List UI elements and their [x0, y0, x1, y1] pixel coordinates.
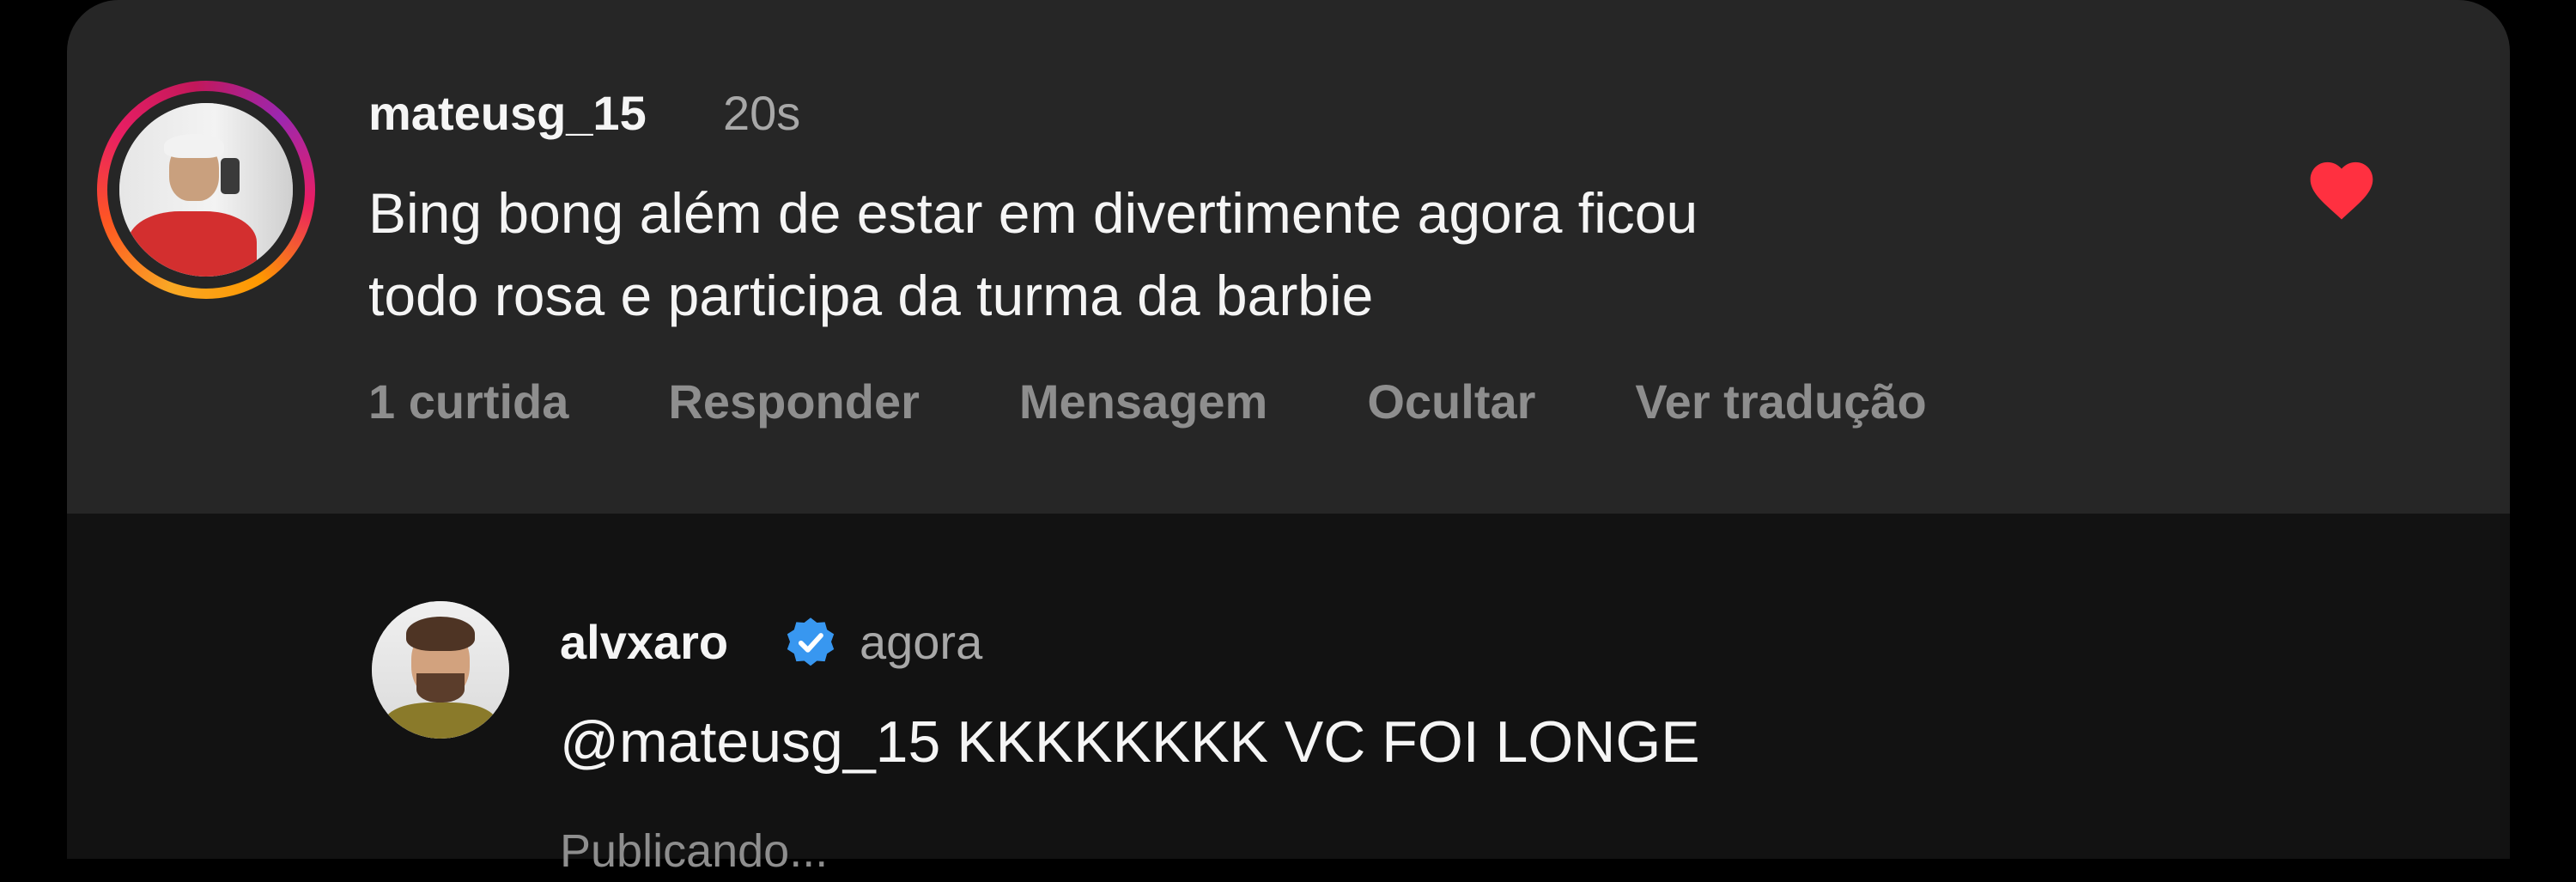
- verified-badge-icon: [787, 617, 835, 666]
- comment-text: Bing bong além de estar em divertimente …: [368, 172, 2172, 337]
- reply-publishing-status: Publicando...: [560, 825, 829, 877]
- reply-button[interactable]: Responder: [668, 371, 920, 433]
- comment-actions: 1 curtida Responder Mensagem Ocultar Ver…: [368, 371, 2026, 433]
- hide-button[interactable]: Ocultar: [1367, 371, 1535, 433]
- reply-username[interactable]: alvxaro: [560, 611, 728, 673]
- comments-screen: mateusg_15 20s Bing bong além de estar e…: [0, 0, 2576, 877]
- verified-badge-shape: [787, 617, 835, 666]
- likes-count-link[interactable]: 1 curtida: [368, 371, 568, 433]
- see-translation-button[interactable]: Ver tradução: [1635, 371, 1926, 433]
- reply-avatar-hair: [406, 617, 475, 651]
- heart-shape: [2310, 161, 2373, 220]
- reply-timestamp: agora: [860, 615, 983, 669]
- avatar-photo: [119, 103, 293, 277]
- reply-avatar-beard: [416, 673, 465, 703]
- reply-avatar[interactable]: [372, 601, 509, 739]
- message-button[interactable]: Mensagem: [1019, 371, 1267, 433]
- reply-avatar-jacket: [384, 703, 497, 739]
- comment-text-line-2: todo rosa e participa da turma da barbie: [368, 264, 1374, 327]
- comment-timestamp: 20s: [723, 86, 801, 140]
- avatar-phone: [221, 158, 240, 194]
- comment-text-line-1: Bing bong além de estar em divertimente …: [368, 181, 1698, 245]
- reply-text: @mateusg_15 KKKKKKKK VC FOI LONGE: [560, 709, 1700, 775]
- story-ring: [107, 91, 305, 289]
- comment-username[interactable]: mateusg_15: [368, 82, 647, 144]
- avatar-shirt: [128, 211, 257, 277]
- heart-icon[interactable]: [2303, 153, 2380, 222]
- commenter-avatar[interactable]: [97, 81, 315, 299]
- avatar-hair: [164, 134, 224, 158]
